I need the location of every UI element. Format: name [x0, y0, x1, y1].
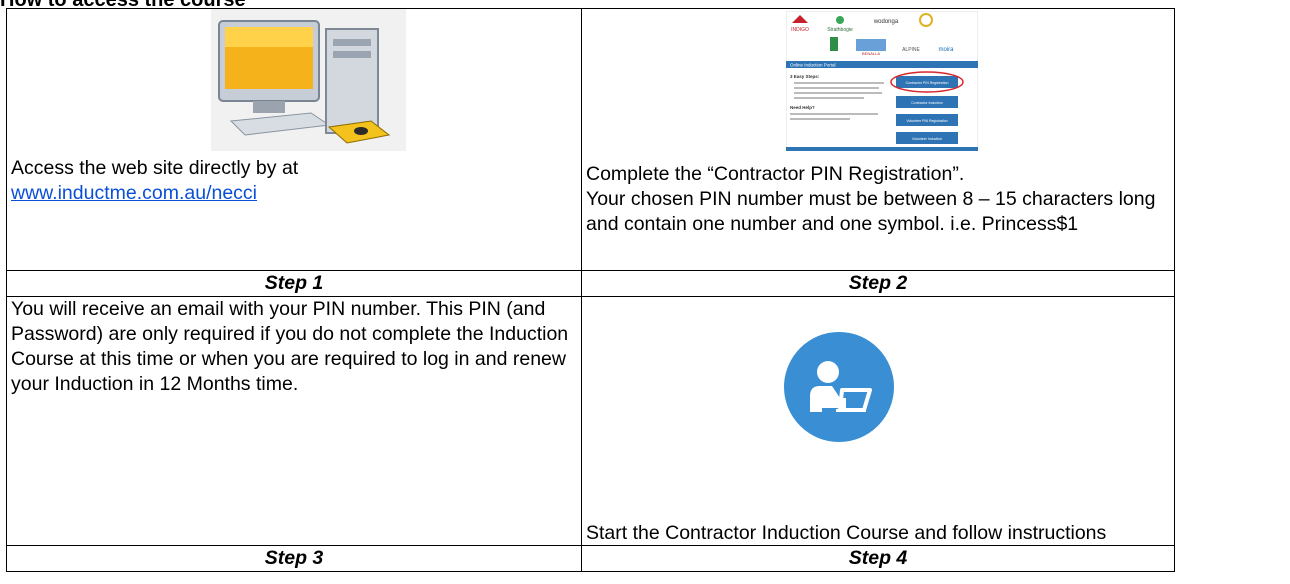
inductme-link[interactable]: www.inductme.com.au/necci — [11, 182, 257, 204]
induction-portal-screenshot: INDIGO Strathbogie wodonga BENALLA ALPIN… — [786, 11, 978, 151]
portal-need-help: Need Help? — [790, 105, 815, 110]
step2-text-block: Complete the “Contractor PIN Registratio… — [586, 162, 1170, 237]
step1-text-block: Access the web site directly by at www.i… — [11, 156, 298, 206]
portal-logo-6: moira — [938, 47, 954, 53]
step3-label: Step 3 — [6, 545, 582, 572]
step1-cell: Access the web site directly by at www.i… — [6, 8, 582, 271]
step4-text: Start the Contractor Induction Course an… — [586, 522, 1107, 544]
portal-logo-5: ALPINE — [902, 47, 920, 53]
portal-logo-2: Strathbogie — [827, 27, 853, 33]
portal-bar-title: Online Induction Portal — [790, 63, 836, 68]
portal-button-3: Volunteer PIN Registration — [906, 119, 947, 123]
step1-text: Access the web site directly by at — [11, 157, 299, 179]
step2-line2: Your chosen PIN number must be between 8… — [586, 188, 1156, 235]
portal-button-4: Volunteer Induction — [912, 137, 942, 141]
step2-line1: Complete the “Contractor PIN Registratio… — [586, 163, 965, 185]
portal-steps-heading: 3 Easy Steps: — [790, 74, 820, 79]
step4-label: Step 4 — [581, 545, 1175, 572]
step3-cell: You will receive an email with your PIN … — [6, 296, 582, 546]
steps-table: Access the web site directly by at www.i… — [6, 8, 1175, 572]
portal-button-2: Contractor Induction — [911, 101, 943, 105]
step2-label: Step 2 — [581, 270, 1175, 297]
computer-image — [211, 9, 406, 151]
person-at-laptop-icon — [784, 332, 894, 442]
step3-text: You will receive an email with your PIN … — [11, 298, 569, 395]
portal-logo-3: wodonga — [873, 19, 899, 25]
step1-label: Step 1 — [6, 270, 582, 297]
step2-cell: INDIGO Strathbogie wodonga BENALLA ALPIN… — [581, 8, 1175, 271]
portal-button-1: Contractor PIN Registration — [906, 81, 949, 85]
portal-logo-1: INDIGO — [791, 27, 809, 33]
portal-logo-4: BENALLA — [862, 51, 880, 56]
step4-cell: Start the Contractor Induction Course an… — [581, 296, 1175, 546]
